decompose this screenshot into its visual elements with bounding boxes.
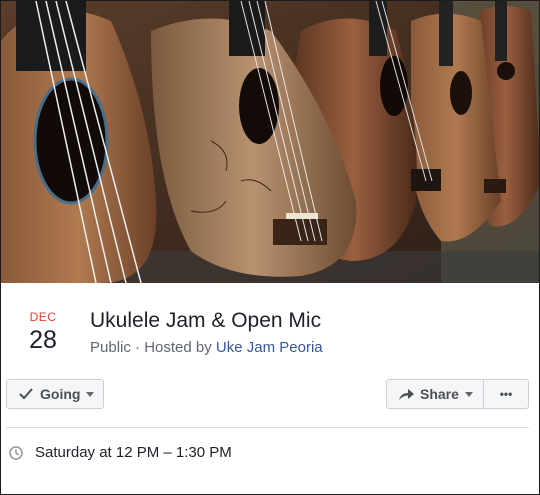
share-label: Share	[420, 386, 459, 402]
cover-photo[interactable]	[1, 1, 539, 283]
event-card: DEC 28 Ukulele Jam & Open Mic Public · H…	[0, 0, 540, 495]
checkmark-icon	[19, 388, 33, 400]
hosted-by-label: Hosted by	[144, 339, 216, 356]
share-arrow-icon	[399, 389, 414, 400]
chevron-down-icon	[464, 391, 473, 397]
privacy-label: Public	[90, 339, 131, 356]
going-label: Going	[40, 386, 81, 402]
share-button[interactable]: Share	[386, 379, 484, 409]
divider	[6, 427, 529, 428]
date-day: 28	[29, 326, 57, 354]
chevron-down-icon	[86, 391, 95, 397]
event-time: Saturday at 12 PM – 1:30 PM	[35, 444, 232, 461]
separator: ·	[130, 339, 145, 356]
host-link[interactable]: Uke Jam Peoria	[216, 339, 323, 356]
ukulele-photo	[1, 1, 539, 283]
event-time-row: Saturday at 12 PM – 1:30 PM	[9, 444, 232, 461]
going-button[interactable]: Going	[6, 379, 104, 409]
clock-icon	[9, 445, 23, 460]
event-date: DEC 28	[23, 310, 63, 355]
date-month: DEC	[29, 310, 57, 324]
more-options-icon: •••	[499, 387, 513, 401]
more-options-button[interactable]: •••	[483, 379, 529, 409]
event-title: Ukulele Jam & Open Mic	[90, 309, 322, 332]
event-subtitle: Public · Hosted by Uke Jam Peoria	[90, 339, 323, 356]
